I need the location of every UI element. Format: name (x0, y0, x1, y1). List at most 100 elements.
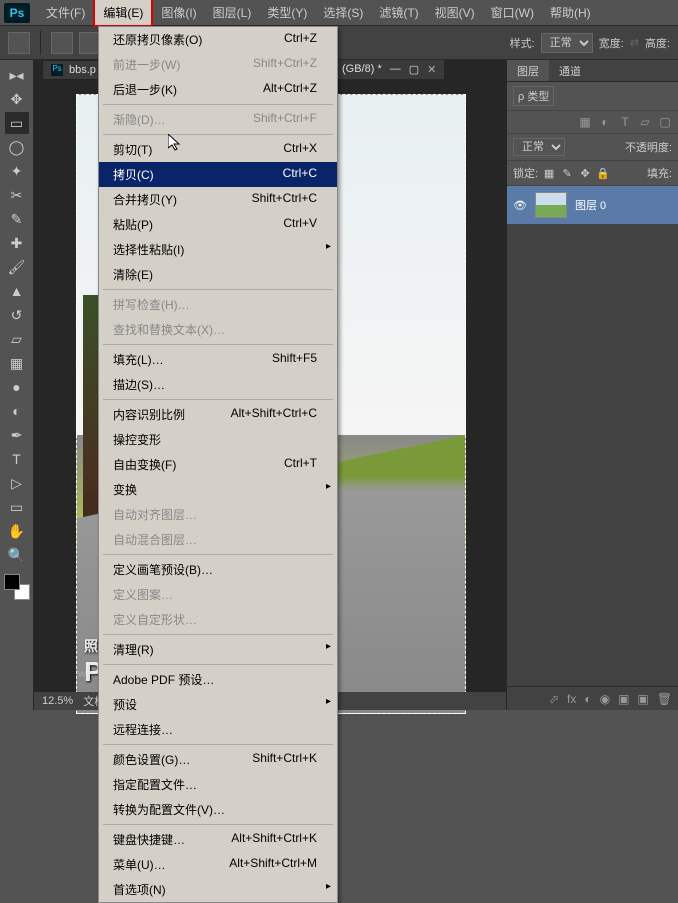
zoom-level[interactable]: 12.5% (42, 695, 73, 707)
filter-type-icon[interactable]: T (618, 115, 632, 129)
blur-tool-icon[interactable]: ● (5, 376, 29, 398)
menu-file[interactable]: 文件(F) (38, 0, 93, 25)
menu-item[interactable]: 清理(R) (99, 637, 337, 662)
layer-thumbnail[interactable] (535, 192, 567, 218)
layer-name[interactable]: 图层 0 (575, 197, 606, 213)
menu-item[interactable]: 选择性粘贴(I) (99, 237, 337, 262)
stamp-tool-icon[interactable]: ▲ (5, 280, 29, 302)
menu-item[interactable]: 定义画笔预设(B)… (99, 557, 337, 582)
menu-item[interactable]: Adobe PDF 预设… (99, 667, 337, 692)
menu-item-shortcut: Ctrl+T (284, 456, 317, 473)
blend-mode-select[interactable]: 正常 (513, 138, 565, 156)
filter-pixel-icon[interactable]: ▦ (578, 115, 592, 129)
menu-item[interactable]: 键盘快捷键…Alt+Shift+Ctrl+K (99, 827, 337, 852)
hand-tool-icon[interactable]: ✋ (5, 520, 29, 542)
healing-tool-icon[interactable]: ✚ (5, 232, 29, 254)
menu-item-label: 合并拷贝(Y) (113, 191, 177, 208)
menu-window[interactable]: 窗口(W) (483, 0, 542, 25)
new-selection-icon[interactable] (51, 32, 73, 54)
menu-item[interactable]: 自由变换(F)Ctrl+T (99, 452, 337, 477)
menu-item-shortcut: Alt+Ctrl+Z (263, 81, 317, 98)
brush-tool-icon[interactable]: 🖌 (5, 256, 29, 278)
kind-select[interactable]: ρ 类型 (513, 86, 554, 106)
mask-icon[interactable]: ◐ (584, 692, 591, 706)
menu-item[interactable]: 转换为配置文件(V)… (99, 797, 337, 822)
pen-tool-icon[interactable]: ✒ (5, 424, 29, 446)
menu-item[interactable]: 描边(S)… (99, 372, 337, 397)
menu-item[interactable]: 操控变形 (99, 427, 337, 452)
eraser-tool-icon[interactable]: ▱ (5, 328, 29, 350)
filter-shape-icon[interactable]: ▱ (638, 115, 652, 129)
marquee-tool-icon[interactable]: ▭ (5, 112, 29, 134)
menu-item-label: 选择性粘贴(I) (113, 241, 184, 258)
layer-row[interactable]: 👁 图层 0 (507, 186, 678, 224)
menu-help[interactable]: 帮助(H) (542, 0, 599, 25)
tool-preset-icon[interactable] (8, 32, 30, 54)
folder-icon[interactable]: ▣ (618, 692, 629, 706)
menu-item: 定义自定形状… (99, 607, 337, 632)
history-brush-icon[interactable]: ↺ (5, 304, 29, 326)
lock-row: 锁定: ▦ ✎ ✥ 🔒 填充: (507, 161, 678, 186)
menu-item[interactable]: 填充(L)…Shift+F5 (99, 347, 337, 372)
menu-item[interactable]: 首选项(N) (99, 877, 337, 902)
eye-icon[interactable]: 👁 (513, 199, 527, 212)
menu-filter[interactable]: 滤镜(T) (371, 0, 426, 25)
filter-smart-icon[interactable]: ▢ (658, 115, 672, 129)
wand-tool-icon[interactable]: ✦ (5, 160, 29, 182)
type-tool-icon[interactable]: T (5, 448, 29, 470)
dodge-tool-icon[interactable]: ◐ (5, 400, 29, 422)
menu-item[interactable]: 合并拷贝(Y)Shift+Ctrl+C (99, 187, 337, 212)
eyedropper-tool-icon[interactable]: ✎ (5, 208, 29, 230)
menu-item[interactable]: 菜单(U)…Alt+Shift+Ctrl+M (99, 852, 337, 877)
lock-pixel-icon[interactable]: ✎ (560, 167, 574, 180)
menu-item[interactable]: 剪切(T)Ctrl+X (99, 137, 337, 162)
menu-item[interactable]: 粘贴(P)Ctrl+V (99, 212, 337, 237)
shape-tool-icon[interactable]: ▭ (5, 496, 29, 518)
link-icon[interactable]: ⬀ (549, 692, 559, 706)
menu-item[interactable]: 拷贝(C)Ctrl+C (99, 162, 337, 187)
zoom-tool-icon[interactable]: 🔍 (5, 544, 29, 566)
menu-item[interactable]: 还原拷贝像素(O)Ctrl+Z (99, 27, 337, 52)
color-swatches[interactable] (4, 574, 30, 600)
move-tool-icon[interactable]: ✥ (5, 88, 29, 110)
lock-pos-icon[interactable]: ✥ (578, 167, 592, 180)
lock-trans-icon[interactable]: ▦ (542, 167, 556, 180)
maximize-icon[interactable]: ▢ (409, 63, 419, 76)
lock-all-icon[interactable]: 🔒 (596, 167, 610, 180)
fill-label: 填充: (647, 165, 672, 181)
document-tab[interactable]: Ps bbs.p (42, 60, 105, 80)
path-tool-icon[interactable]: ▷ (5, 472, 29, 494)
adjust-icon[interactable]: ◉ (600, 692, 610, 706)
menu-edit[interactable]: 编辑(E) (93, 0, 153, 27)
menu-item[interactable]: 指定配置文件… (99, 772, 337, 797)
tab-channels[interactable]: 通道 (549, 60, 591, 81)
menu-type[interactable]: 类型(Y) (259, 0, 315, 25)
crop-tool-icon[interactable]: ✂ (5, 184, 29, 206)
menu-view[interactable]: 视图(V) (427, 0, 483, 25)
menu-item[interactable]: 远程连接… (99, 717, 337, 742)
menu-item[interactable]: 预设 (99, 692, 337, 717)
menu-image[interactable]: 图像(I) (153, 0, 204, 25)
style-select[interactable]: 正常 (541, 33, 593, 53)
close-icon[interactable]: ✕ (427, 63, 436, 76)
menu-item[interactable]: 变换 (99, 477, 337, 502)
menu-item[interactable]: 清除(E) (99, 262, 337, 287)
menu-item: 查找和替换文本(X)… (99, 317, 337, 342)
fx-icon[interactable]: fx (567, 692, 576, 706)
tab-layers[interactable]: 图层 (507, 60, 549, 81)
menu-select[interactable]: 选择(S) (315, 0, 371, 25)
handle-icon[interactable]: ▸◂ (5, 64, 29, 86)
foreground-color-swatch[interactable] (4, 574, 20, 590)
gradient-tool-icon[interactable]: ▦ (5, 352, 29, 374)
lasso-tool-icon[interactable]: ◯ (5, 136, 29, 158)
minimize-icon[interactable]: — (390, 63, 401, 76)
menu-item[interactable]: 内容识别比例Alt+Shift+Ctrl+C (99, 402, 337, 427)
menu-item-label: 清理(R) (113, 641, 154, 658)
menu-item[interactable]: 后退一步(K)Alt+Ctrl+Z (99, 77, 337, 102)
menu-layer[interactable]: 图层(L) (205, 0, 260, 25)
lock-label: 锁定: (513, 165, 538, 181)
filter-adjust-icon[interactable]: ◐ (598, 115, 612, 129)
trash-icon[interactable]: 🗑 (657, 692, 672, 706)
new-layer-icon[interactable]: ▣ (637, 692, 648, 706)
menu-item[interactable]: 颜色设置(G)…Shift+Ctrl+K (99, 747, 337, 772)
